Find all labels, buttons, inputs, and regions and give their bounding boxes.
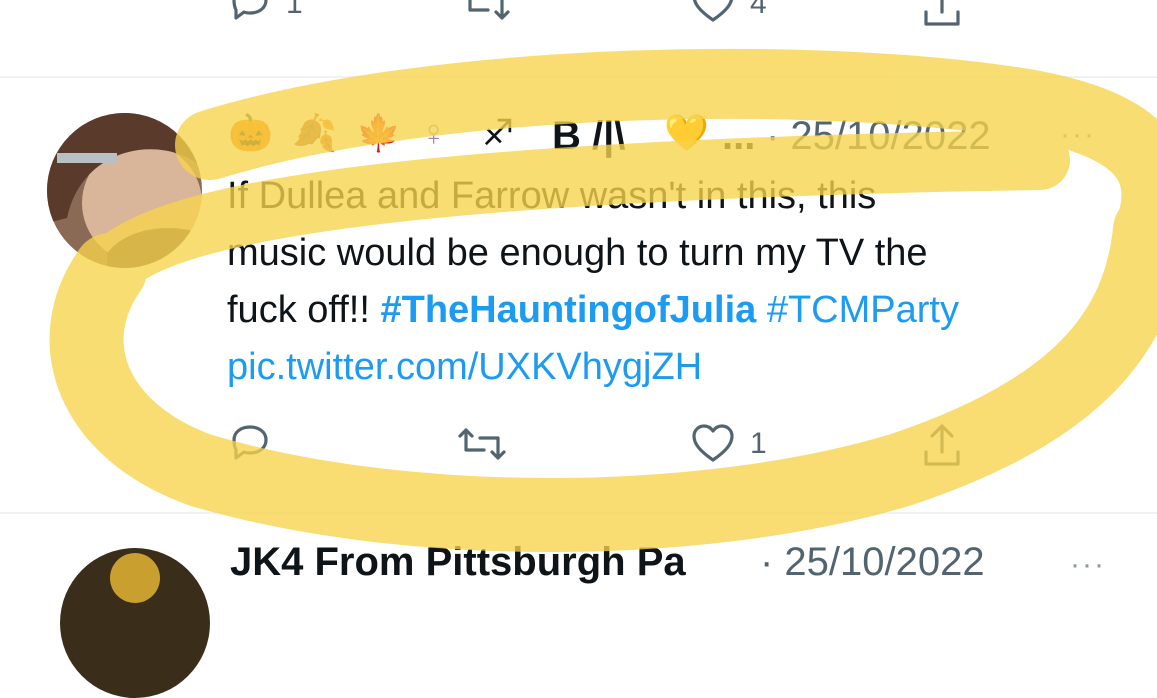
avatar[interactable] xyxy=(47,113,202,268)
yellow-heart-emoji: 💛 xyxy=(664,112,709,153)
retweet-action-prev[interactable] xyxy=(460,0,512,26)
next-avatar-photo xyxy=(60,548,210,698)
sagittarius-emoji: ♐ xyxy=(482,112,515,153)
like-count: 4 xyxy=(750,0,767,20)
pumpkin-emoji: 🎃 xyxy=(228,112,273,153)
fallen-leaf-emoji: 🍂 xyxy=(292,112,337,153)
avatar-photo xyxy=(47,113,202,268)
tweet-text-line1: If Dullea and Farrow wasn't in this, thi… xyxy=(227,175,877,217)
tweet-text-line2: music would be enough to turn my TV the xyxy=(227,232,928,274)
pic-link[interactable]: pic.twitter.com/UXKVhygjZH xyxy=(227,346,702,388)
tweet-text-line3: fuck off!! xyxy=(227,289,381,331)
share-icon xyxy=(924,0,960,26)
display-name-text[interactable]: B /|\ xyxy=(552,114,625,159)
retweet-icon xyxy=(458,428,506,460)
hashtag-thehauntingofjulia[interactable]: #TheHauntingofJulia xyxy=(380,289,756,331)
maple-leaf-emoji: 🍁 xyxy=(356,112,401,153)
more-options-icon[interactable]: ··· xyxy=(1060,118,1096,152)
next-tweet-date[interactable]: · 25/10/2022 xyxy=(760,540,985,585)
like-action[interactable]: 1 xyxy=(690,422,767,466)
reply-icon xyxy=(232,425,268,460)
like-action-prev[interactable]: 4 xyxy=(690,0,767,26)
share-icon xyxy=(924,424,960,466)
reply-action-prev[interactable]: 1 xyxy=(228,0,303,26)
share-action-prev[interactable] xyxy=(920,0,964,30)
divider-top xyxy=(0,76,1157,78)
tweet-date[interactable]: · 25/10/2022 xyxy=(766,114,991,159)
reply-action[interactable] xyxy=(228,422,272,466)
share-action[interactable] xyxy=(920,422,964,470)
heart-icon xyxy=(692,0,734,22)
retweet-action[interactable] xyxy=(456,422,508,466)
like-count: 1 xyxy=(750,427,767,460)
heart-icon xyxy=(692,424,734,462)
tweet-text: If Dullea and Farrow wasn't in this, thi… xyxy=(227,168,1127,396)
next-display-name[interactable]: JK4 From Pittsburgh Pa xyxy=(230,540,686,585)
female-sign-emoji: ♀ xyxy=(420,112,447,153)
next-avatar[interactable] xyxy=(60,548,210,698)
hashtag-tcmparty[interactable]: #TCMParty xyxy=(756,289,959,331)
name-ellipsis: ... xyxy=(722,114,756,158)
reply-count: 1 xyxy=(286,0,303,20)
reply-icon xyxy=(232,0,268,20)
retweet-icon xyxy=(468,0,510,20)
divider-bottom xyxy=(0,512,1157,514)
